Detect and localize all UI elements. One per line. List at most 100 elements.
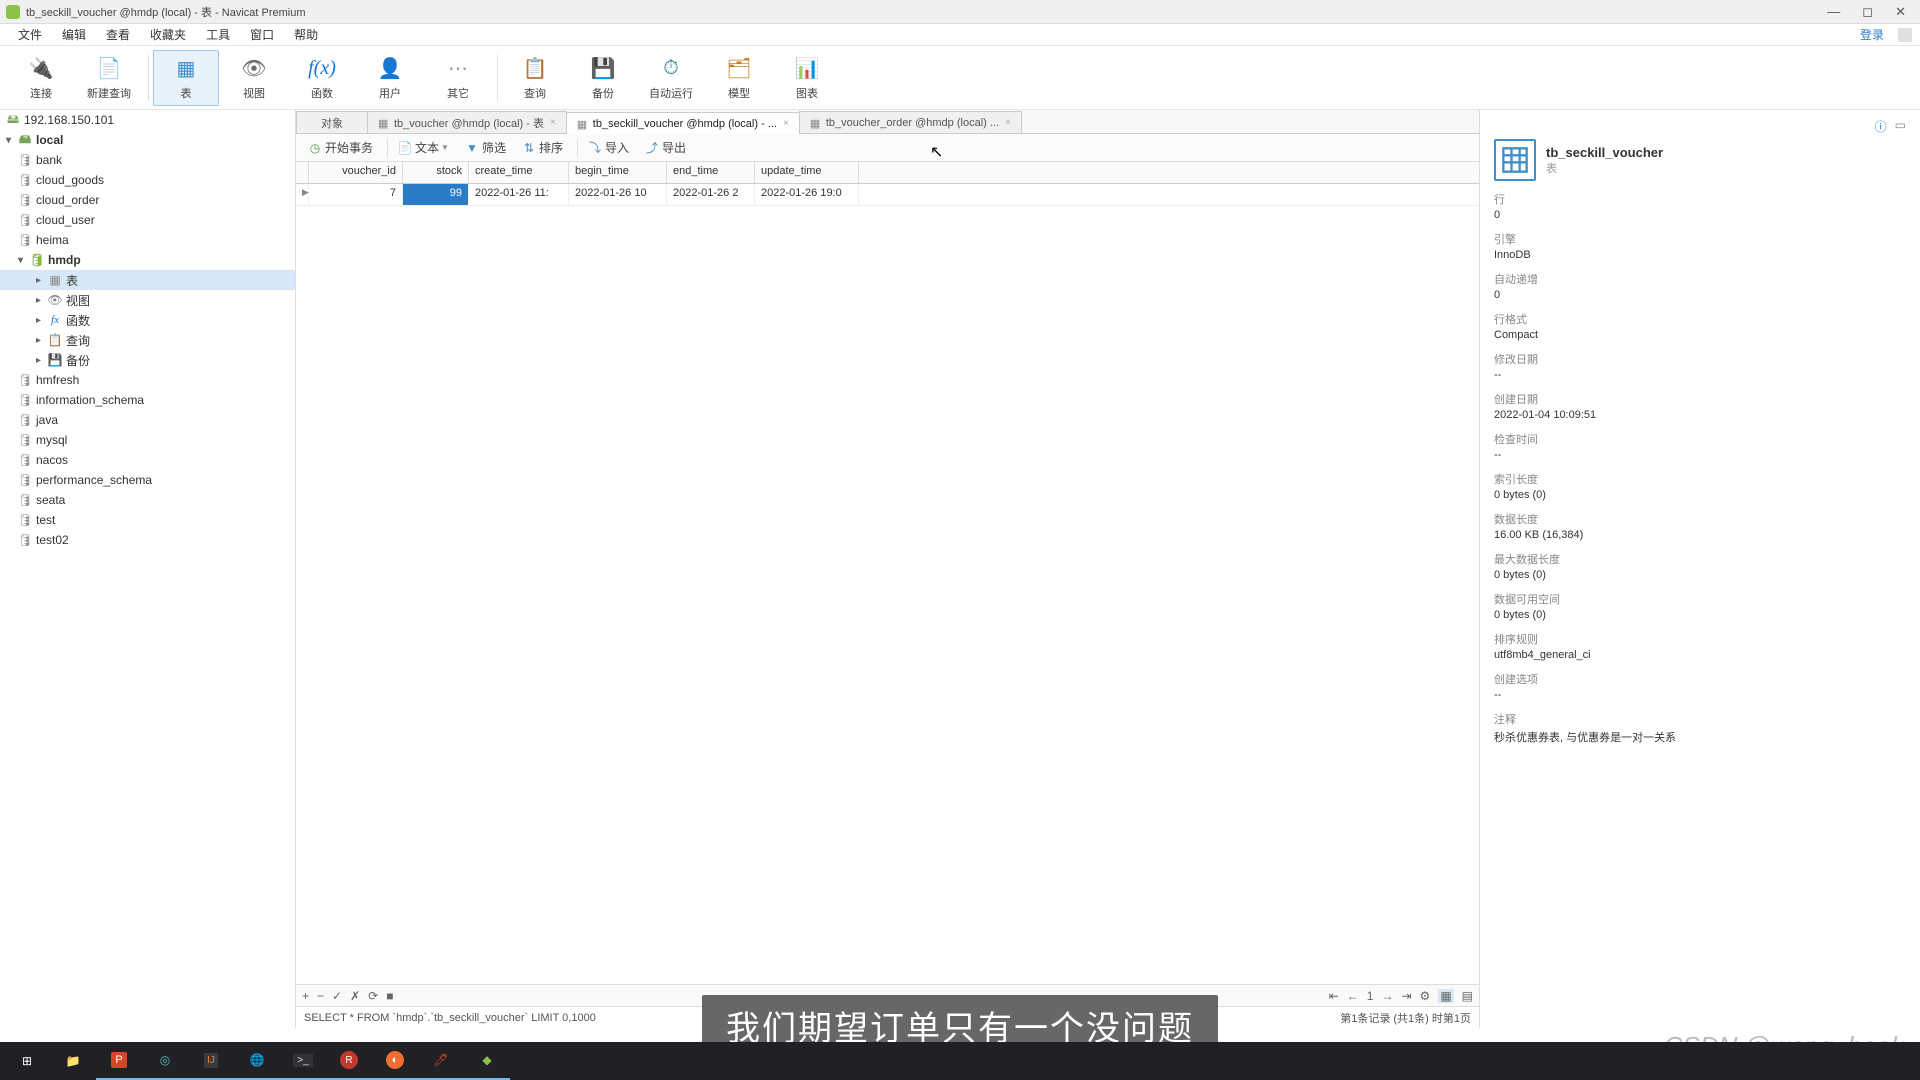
tool-backup[interactable]: 💾 备份 <box>570 50 636 106</box>
minimize-button[interactable]: ― <box>1827 4 1840 20</box>
tool-table[interactable]: ▦ 表 <box>153 50 219 106</box>
next-page-button[interactable]: → <box>1381 989 1393 1003</box>
tree-db-test[interactable]: 🛢test <box>0 510 295 530</box>
btn-import[interactable]: ⤵导入 <box>582 137 635 159</box>
col-begin_time[interactable]: begin_time <box>569 162 667 183</box>
tree-db-cloud_user[interactable]: 🛢cloud_user <box>0 210 295 230</box>
delete-row-button[interactable]: − <box>317 989 324 1003</box>
tool-view[interactable]: 👁 视图 <box>221 50 287 106</box>
menu-window[interactable]: 窗口 <box>240 26 284 43</box>
app-button-3[interactable]: 🖊 <box>418 1042 464 1080</box>
tree-db-cloud_order[interactable]: 🛢cloud_order <box>0 190 295 210</box>
tree-hmdp-functions[interactable]: ▸fx函数 <box>0 310 295 330</box>
close-button[interactable]: ✕ <box>1895 4 1906 20</box>
first-page-button[interactable]: ⇤ <box>1329 989 1339 1003</box>
login-link[interactable]: 登录 <box>1850 26 1894 43</box>
cell-end_time[interactable]: 2022-01-26 2 <box>667 184 755 205</box>
tree-db-seata[interactable]: 🛢seata <box>0 490 295 510</box>
tool-fn[interactable]: f(x) 函数 <box>289 50 355 106</box>
app-button-2[interactable]: R <box>326 1042 372 1080</box>
data-grid[interactable]: voucher_id stock create_time begin_time … <box>296 162 1479 984</box>
cell-stock[interactable]: 99 <box>403 184 469 205</box>
menu-help[interactable]: 帮助 <box>284 26 328 43</box>
close-icon[interactable]: × <box>783 118 789 129</box>
btn-text[interactable]: 📄文本▼ <box>392 137 455 159</box>
cell-update_time[interactable]: 2022-01-26 19:0 <box>755 184 859 205</box>
btn-sort[interactable]: ⇅排序 <box>516 137 569 159</box>
menu-view[interactable]: 查看 <box>96 26 140 43</box>
tool-auto[interactable]: ⏱ 自动运行 <box>638 50 704 106</box>
expand-icon[interactable]: ▾ <box>6 135 18 146</box>
tree-db-test02[interactable]: 🛢test02 <box>0 530 295 550</box>
tree-db-hmfresh[interactable]: 🛢hmfresh <box>0 370 295 390</box>
start-button[interactable]: ⊞ <box>4 1042 50 1080</box>
row-handle[interactable]: ▶ <box>296 184 309 205</box>
tree-local[interactable]: ▾ 🖴 local <box>0 130 295 150</box>
add-row-button[interactable]: + <box>302 989 309 1003</box>
expand-icon[interactable]: ▸ <box>36 275 48 286</box>
tool-connect[interactable]: 🔌 连接 <box>8 50 74 106</box>
expand-icon[interactable]: ▸ <box>36 355 48 366</box>
menu-tools[interactable]: 工具 <box>196 26 240 43</box>
maximize-button[interactable]: ◻ <box>1862 4 1873 20</box>
col-update_time[interactable]: update_time <box>755 162 859 183</box>
tree-connection[interactable]: 🖴 192.168.150.101 <box>0 110 295 130</box>
tool-model[interactable]: 🗂 模型 <box>706 50 772 106</box>
btn-filter[interactable]: ▼筛选 <box>459 137 512 159</box>
tree-db-performance_schema[interactable]: 🛢performance_schema <box>0 470 295 490</box>
tree-db-mysql[interactable]: 🛢mysql <box>0 430 295 450</box>
tab-tb_voucher[interactable]: ▦tb_voucher @hmdp (local) - 表× <box>367 111 567 133</box>
menu-edit[interactable]: 编辑 <box>52 26 96 43</box>
tool-new-query[interactable]: 📄 新建查询 <box>76 50 142 106</box>
terminal-button[interactable]: >_ <box>280 1042 326 1080</box>
login-icon[interactable] <box>1898 28 1912 42</box>
col-voucher_id[interactable]: voucher_id <box>309 162 403 183</box>
cell-begin_time[interactable]: 2022-01-26 10 <box>569 184 667 205</box>
col-create_time[interactable]: create_time <box>469 162 569 183</box>
tree-db-heima[interactable]: 🛢heima <box>0 230 295 250</box>
col-end_time[interactable]: end_time <box>667 162 755 183</box>
powerpoint-button[interactable]: P <box>96 1042 142 1080</box>
tree-db-nacos[interactable]: 🛢nacos <box>0 450 295 470</box>
form-view-button[interactable]: ▤ <box>1462 989 1473 1003</box>
postman-button[interactable]: ◐ <box>372 1042 418 1080</box>
tool-user[interactable]: 👤 用户 <box>357 50 423 106</box>
explorer-button[interactable]: 📁 <box>50 1042 96 1080</box>
tool-chart[interactable]: 📊 图表 <box>774 50 840 106</box>
idea-button[interactable]: IJ <box>188 1042 234 1080</box>
tree-db-java[interactable]: 🛢java <box>0 410 295 430</box>
tab-tb_seckill_voucher[interactable]: ▦tb_seckill_voucher @hmdp (local) - ...× <box>566 112 800 134</box>
tab-tb_voucher_order[interactable]: ▦tb_voucher_order @hmdp (local) ...× <box>799 111 1022 133</box>
cell-voucher_id[interactable]: 7 <box>309 184 403 205</box>
tree-db-hmdp[interactable]: ▾🛢hmdp <box>0 250 295 270</box>
prev-page-button[interactable]: ← <box>1347 989 1359 1003</box>
tree-hmdp-queries[interactable]: ▸📋查询 <box>0 330 295 350</box>
expand-icon[interactable]: ▸ <box>36 315 48 326</box>
navicat-button[interactable]: ◆ <box>464 1042 510 1080</box>
tree-hmdp-views[interactable]: ▸👁视图 <box>0 290 295 310</box>
sql-icon[interactable]: ▭ <box>1895 118 1906 135</box>
btn-export[interactable]: ⤴导出 <box>639 137 692 159</box>
app-button-1[interactable]: ◎ <box>142 1042 188 1080</box>
sidebar[interactable]: 🖴 192.168.150.101 ▾ 🖴 local 🛢bank 🛢cloud… <box>0 110 296 1028</box>
tree-hmdp-backups[interactable]: ▸💾备份 <box>0 350 295 370</box>
refresh-button[interactable]: ⟳ <box>368 989 378 1003</box>
chrome-button[interactable]: 🌐 <box>234 1042 280 1080</box>
menu-fav[interactable]: 收藏夹 <box>140 26 196 43</box>
cancel-button[interactable]: ✗ <box>350 989 360 1003</box>
tree-db-cloud_goods[interactable]: 🛢cloud_goods <box>0 170 295 190</box>
tree-db-bank[interactable]: 🛢bank <box>0 150 295 170</box>
expand-icon[interactable]: ▾ <box>18 255 30 266</box>
grid-view-button[interactable]: ▦ <box>1438 989 1453 1003</box>
close-icon[interactable]: × <box>550 117 556 128</box>
cell-create_time[interactable]: 2022-01-26 11: <box>469 184 569 205</box>
expand-icon[interactable]: ▸ <box>36 295 48 306</box>
settings-button[interactable]: ⚙ <box>1420 989 1431 1003</box>
btn-begin-transaction[interactable]: ◷开始事务 <box>302 137 379 159</box>
tool-query[interactable]: 📋 查询 <box>502 50 568 106</box>
commit-button[interactable]: ✓ <box>332 989 342 1003</box>
stop-button[interactable]: ■ <box>386 989 393 1003</box>
expand-icon[interactable]: ▸ <box>36 335 48 346</box>
tool-other[interactable]: ⋯ 其它 <box>425 50 491 106</box>
tree-db-information_schema[interactable]: 🛢information_schema <box>0 390 295 410</box>
